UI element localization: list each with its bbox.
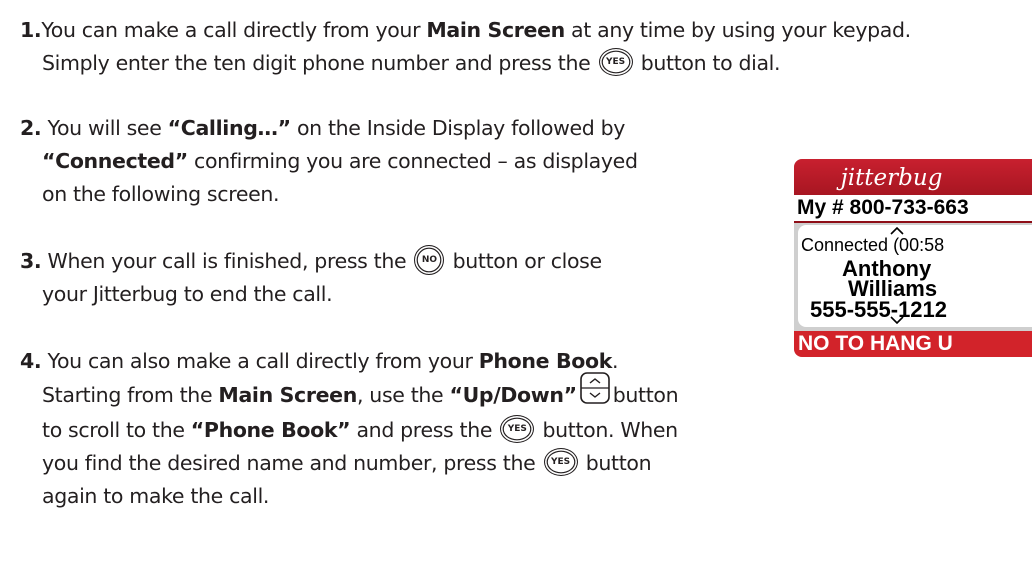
step-2: 2. You will see “Calling…” on the Inside…: [20, 116, 638, 206]
jitterbug-logo: jitterbug: [840, 165, 943, 191]
no-button-icon: NO: [414, 245, 445, 275]
term-main-screen: Main Screen: [218, 383, 357, 407]
contact-phone-number: 555-555-1212: [810, 297, 948, 322]
yes-button-icon: YES: [543, 448, 578, 476]
up-down-button-icon: [579, 372, 610, 414]
term-phone-book: Phone Book: [478, 349, 613, 373]
step-3: 3. When your call is finished, press the…: [20, 245, 780, 311]
term-phone-book: “Phone Book”: [190, 418, 351, 442]
step-number: 2.: [20, 116, 42, 140]
step-4: 4. You can also make a call directly fro…: [20, 349, 679, 508]
term-main-screen: Main Screen: [426, 18, 565, 42]
screen-header: jitterbug My # 800-733-663: [794, 159, 1032, 223]
chevron-up-icon: [890, 227, 904, 235]
my-number-bar: My # 800-733-663: [794, 195, 1032, 221]
step-number: 1.: [20, 18, 42, 42]
chevron-down-icon: [890, 316, 904, 324]
call-info-panel: Connected (00:58 Anthony Williams 555-55…: [798, 225, 1032, 327]
step-number: 3.: [20, 249, 42, 273]
step-1: 1.You can make a call directly from your…: [20, 18, 911, 76]
term-up-down: “Up/Down”: [449, 383, 577, 407]
call-status: Connected (00:58: [801, 235, 945, 255]
yes-button-icon: YES: [598, 48, 633, 76]
step-number: 4.: [20, 349, 42, 373]
hang-up-prompt: NO TO HANG U: [794, 331, 1032, 357]
yes-button-icon: YES: [500, 415, 535, 443]
term-calling: “Calling…”: [167, 116, 292, 140]
term-connected: “Connected”: [42, 149, 188, 173]
phone-screen: jitterbug My # 800-733-663 Connected (00…: [794, 159, 1032, 357]
